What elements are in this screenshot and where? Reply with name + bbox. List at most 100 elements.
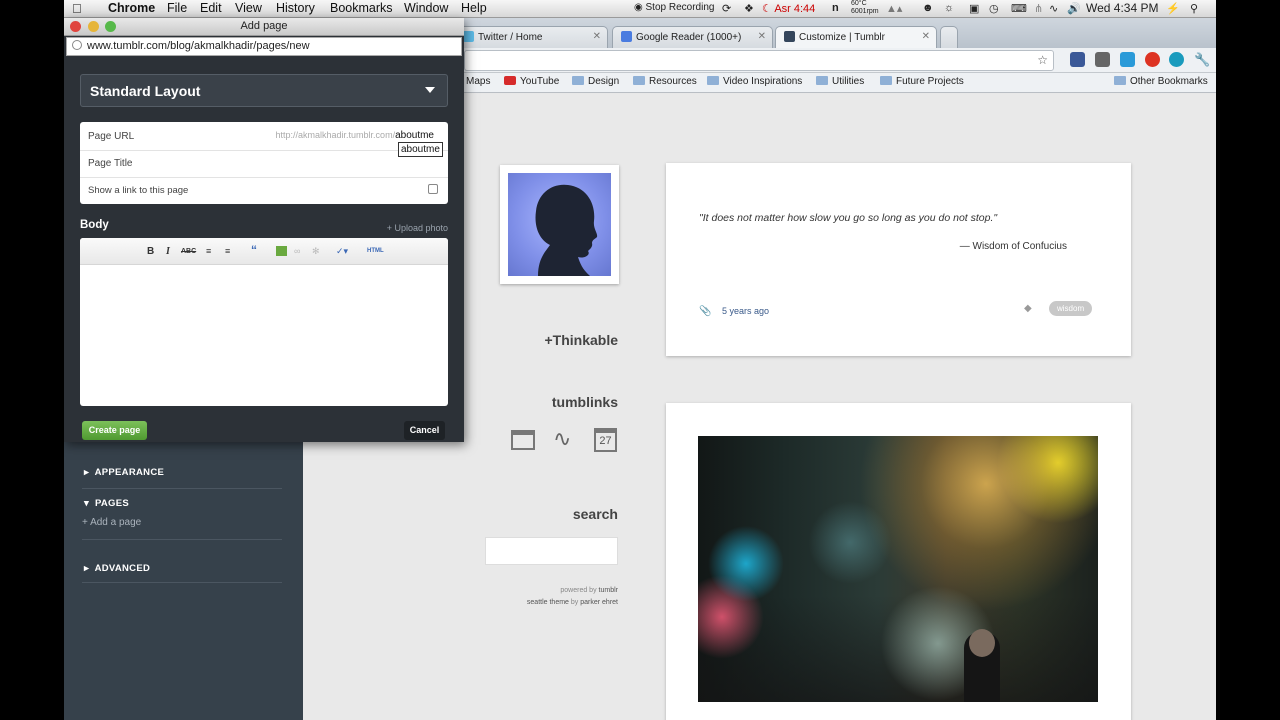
link-icon[interactable]: ∞ <box>294 246 300 256</box>
wifi-link-icon[interactable]: ∿ <box>553 426 571 452</box>
post-tag[interactable]: wisdom <box>1049 301 1093 316</box>
body-editor[interactable]: B I ABC ≡ ≡ “ ∞ ✻ ✓▾ HTML <box>80 238 448 406</box>
menu-file[interactable]: File <box>167 1 187 15</box>
window-icon[interactable]: ▣ <box>969 2 979 15</box>
prayer-time[interactable]: ☾ Asr 4:44 <box>762 2 815 15</box>
italic-button[interactable]: I <box>166 246 170 257</box>
bookmark-future-projects[interactable]: Future Projects <box>880 76 964 87</box>
theme-author[interactable]: parker ehret <box>580 599 618 606</box>
dialog-titlebar: Add page <box>64 18 464 36</box>
blockquote-button[interactable]: “ <box>251 243 257 257</box>
bold-button[interactable]: B <box>147 246 154 257</box>
n-icon[interactable]: n <box>832 2 839 14</box>
create-page-button[interactable]: Create page <box>82 421 147 440</box>
tab-twitter[interactable]: Twitter / Home ✕ <box>454 26 608 48</box>
menu-edit[interactable]: Edit <box>200 1 222 15</box>
fan-monitor[interactable]: 60°C 6001rpm <box>851 0 879 16</box>
page-url-value: aboutme <box>395 130 434 141</box>
bookmark-other-label: Other Bookmarks <box>1130 76 1208 87</box>
bookmark-youtube[interactable]: YouTube <box>504 76 559 87</box>
rss-icon[interactable] <box>1169 52 1184 67</box>
wrench-icon[interactable]: 🔧 <box>1194 52 1210 67</box>
omnibox[interactable]: ☆ <box>464 50 1054 71</box>
stop-recording[interactable]: ◉ Stop Recording <box>634 2 714 13</box>
bolt-icon[interactable]: ⚡ <box>1166 2 1180 15</box>
skype-icon[interactable] <box>1120 52 1135 67</box>
spotlight-icon[interactable]: ⚲ <box>1190 2 1198 15</box>
dropbox-icon[interactable]: ❖ <box>744 2 754 15</box>
layout-select[interactable]: Standard Layout <box>80 74 448 107</box>
page-url-input[interactable]: http://akmalkhadir.tumblr.com/aboutme <box>276 130 434 141</box>
menu-window[interactable]: Window <box>404 1 448 15</box>
apple-icon[interactable]:  <box>72 1 82 16</box>
close-icon[interactable]: ✕ <box>922 31 930 42</box>
tab-google-reader[interactable]: Google Reader (1000+) ✕ <box>612 26 773 48</box>
close-icon[interactable]: ✕ <box>593 31 601 42</box>
minimize-window-icon[interactable] <box>88 21 99 32</box>
sync-icon[interactable]: ⟳ <box>722 2 731 15</box>
post-time[interactable]: 5 years ago <box>722 306 769 316</box>
bookmark-utilities-label: Utilities <box>832 76 865 87</box>
bookmark-design[interactable]: Design <box>572 76 619 87</box>
menu-view[interactable]: View <box>235 1 262 15</box>
page-url-prefix: http://akmalkhadir.tumblr.com/ <box>275 130 396 140</box>
spellcheck-icon[interactable]: ✓▾ <box>336 246 348 257</box>
quote-source: — Wisdom of Confucius <box>959 241 1067 252</box>
numbered-list-icon[interactable]: ≡ <box>225 246 230 256</box>
dialog-url-bar[interactable]: www.tumblr.com/blog/akmalkhadir/pages/ne… <box>66 37 462 56</box>
blog-title[interactable]: +Thinkable <box>504 332 618 348</box>
window-link-icon[interactable] <box>511 430 535 450</box>
image-icon[interactable] <box>276 246 287 256</box>
close-icon[interactable]: ✕ <box>758 31 766 42</box>
extension-icon[interactable] <box>1095 52 1110 67</box>
menu-help[interactable]: Help <box>461 1 487 15</box>
street-photo[interactable] <box>698 436 1098 702</box>
body-label: Body <box>80 219 109 231</box>
menu-app-name[interactable]: Chrome <box>108 1 155 15</box>
calendar-icon[interactable]: 27 <box>594 428 617 452</box>
mountain-icon[interactable]: ▲▴ <box>886 2 902 15</box>
opera-icon[interactable] <box>1145 52 1160 67</box>
wifi-icon[interactable]: ∿ <box>1049 2 1058 15</box>
bokeh-lights <box>698 436 1098 702</box>
bookmark-maps[interactable]: Maps <box>466 76 490 87</box>
tab-customize-tumblr[interactable]: Customize | Tumblr ✕ <box>775 26 937 48</box>
blog-search-input[interactable] <box>485 537 618 565</box>
tumblr-link[interactable]: tumblr <box>599 587 618 594</box>
star-icon[interactable]: ☆ <box>1037 53 1048 67</box>
upload-photo-link[interactable]: + Upload photo <box>387 223 448 233</box>
bookmark-resources[interactable]: Resources <box>633 76 697 87</box>
blog-avatar[interactable] <box>500 165 619 284</box>
bookmark-utilities[interactable]: Utilities <box>816 76 864 87</box>
autocomplete-suggestion[interactable]: aboutme <box>398 142 443 157</box>
bookmark-other[interactable]: Other Bookmarks <box>1114 76 1208 87</box>
bookmark-video-inspirations[interactable]: Video Inspirations <box>707 76 802 87</box>
wifi-check-icon[interactable]: ☼ <box>944 2 954 14</box>
html-button[interactable]: HTML <box>367 248 384 254</box>
bluetooth-icon[interactable]: ⋔ <box>1034 2 1043 15</box>
show-link-label: Show a link to this page <box>88 185 189 196</box>
facebook-icon[interactable] <box>1070 52 1085 67</box>
cancel-button[interactable]: Cancel <box>404 421 445 440</box>
user-icon[interactable]: ☻ <box>922 2 934 14</box>
clock[interactable]: Wed 4:34 PM <box>1086 1 1158 15</box>
show-link-checkbox[interactable] <box>428 184 438 194</box>
section-pages[interactable]: ▾ PAGES <box>84 498 129 509</box>
keyboard-icon[interactable]: ⌨ <box>1011 2 1027 15</box>
section-appearance[interactable]: ▸ APPEARANCE <box>84 467 164 478</box>
menu-history[interactable]: History <box>276 1 315 15</box>
strikethrough-button[interactable]: ABC <box>181 248 196 255</box>
theme-name[interactable]: seattle theme <box>527 599 569 606</box>
permalink-icon[interactable]: 📎 <box>699 306 711 317</box>
time-machine-icon[interactable]: ◷ <box>989 2 999 15</box>
right-letterbox <box>1216 0 1280 720</box>
close-window-icon[interactable] <box>70 21 81 32</box>
new-tab-button[interactable] <box>940 26 958 48</box>
add-page-link[interactable]: + Add a page <box>82 517 141 528</box>
zoom-window-icon[interactable] <box>105 21 116 32</box>
unlink-icon[interactable]: ✻ <box>312 246 320 257</box>
volume-icon[interactable]: 🔊 <box>1067 2 1081 15</box>
section-advanced[interactable]: ▸ ADVANCED <box>84 563 150 574</box>
menu-bookmarks[interactable]: Bookmarks <box>330 1 393 15</box>
bullet-list-icon[interactable]: ≡ <box>206 246 211 256</box>
